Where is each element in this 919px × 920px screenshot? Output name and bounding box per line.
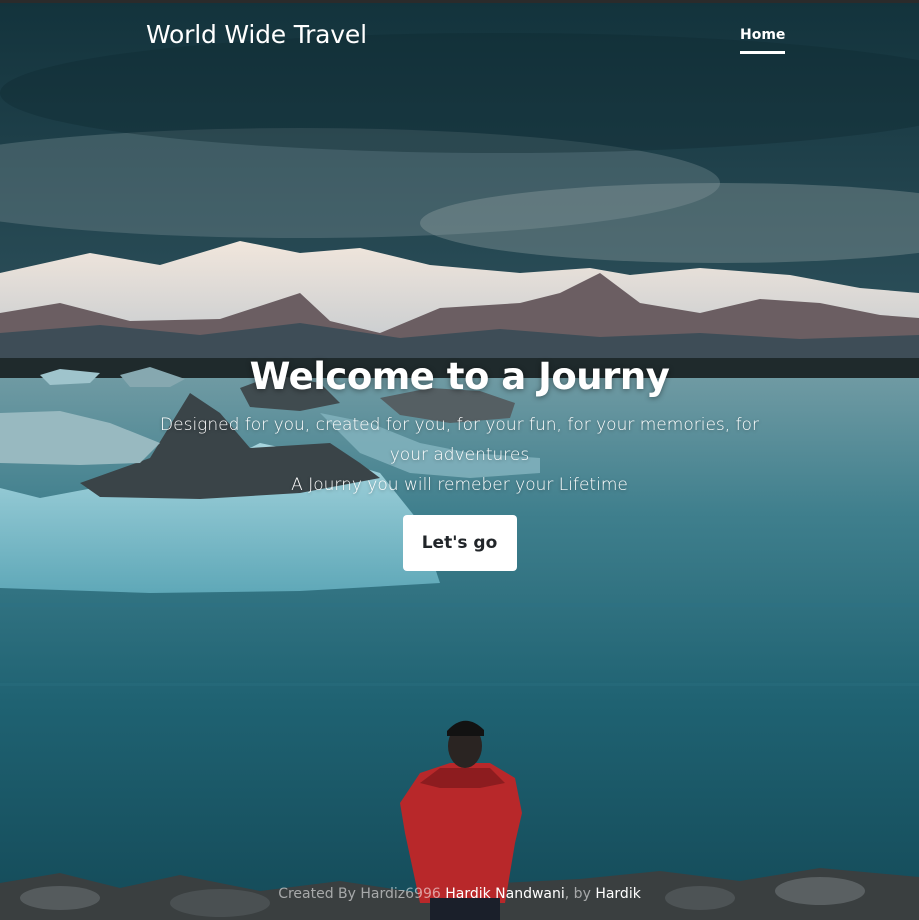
- hero-title: Welcome to a Journy: [249, 355, 670, 398]
- hero-tagline-line1: Designed for you, created for you, for y…: [160, 415, 759, 465]
- footer-credit-text: Created By Hardiz6996: [278, 886, 441, 902]
- hero-tagline-line2: A Journy you will remeber your Lifetime: [291, 475, 628, 495]
- brand-logo-text[interactable]: World Wide Travel: [146, 20, 367, 49]
- footer: Created By Hardiz6996 Hardik Nandwani, b…: [0, 886, 919, 902]
- footer-by-link[interactable]: Hardik: [595, 886, 641, 902]
- nav-home-link[interactable]: Home: [740, 27, 786, 54]
- hero-section: Welcome to a Journy Designed for you, cr…: [0, 355, 919, 571]
- footer-author-link[interactable]: Hardik Nandwani: [445, 886, 565, 902]
- footer-separator: , by: [564, 886, 591, 902]
- hero-lead: Designed for you, created for you, for y…: [160, 410, 760, 500]
- lets-go-button[interactable]: Let's go: [402, 515, 517, 571]
